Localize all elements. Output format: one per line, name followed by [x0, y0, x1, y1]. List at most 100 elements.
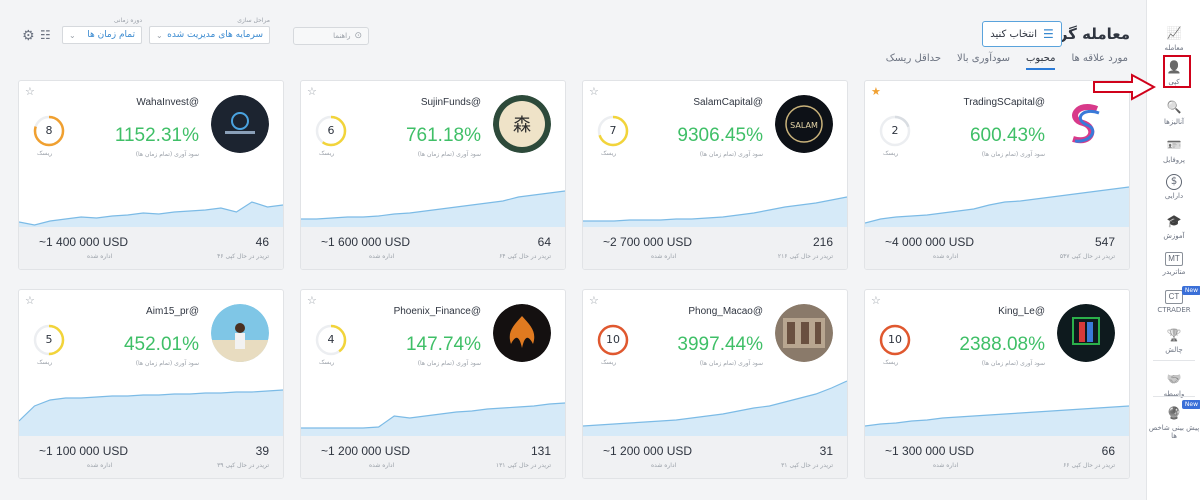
assets-under-management: ~1 600 000 USD — [321, 235, 411, 249]
card-footer: ~1 100 000 USD اداره شده 39 ۳۹ تریدر در حال… — [19, 436, 283, 478]
sidebar-item-7[interactable]: CT CTRADER New — [1147, 286, 1200, 314]
performance-sparkline — [301, 190, 565, 227]
card-footer: ~1 400 000 USD اداره شده 46 ۴۶ تریدر در حال… — [19, 227, 283, 269]
ct-icon: CT — [1165, 290, 1183, 304]
gear-icon[interactable]: ⚙ — [22, 28, 35, 44]
filter-icon: ☰ — [1042, 27, 1054, 41]
trader-avatar — [775, 304, 833, 362]
return-label: سود آوری (تمام زمان ها) — [135, 360, 199, 367]
trader-avatar — [1057, 304, 1115, 362]
trader-return: 2388.08% — [959, 334, 1045, 355]
copier-label: ۶۴ تریدر در حال کپی — [499, 253, 551, 260]
risk-label: ریسک — [319, 150, 335, 157]
trader-return: 452.01% — [123, 334, 199, 355]
search-input[interactable]: راهنما ⊙ — [293, 27, 369, 45]
performance-sparkline — [865, 186, 1129, 227]
performance-sparkline — [583, 196, 847, 227]
risk-score: 7 — [609, 124, 617, 137]
copier-count: 39 — [255, 444, 269, 458]
sidebar-item-10[interactable]: 🔮 پیش بینی شاخص ها New — [1147, 400, 1200, 440]
copier-label: ۵۴۷ تریدر در حال کپی — [1059, 253, 1115, 260]
select-button-label: انتخاب کنید — [990, 28, 1037, 40]
strategy-select[interactable]: ⌄ سرمایه های مدیریت شده — [149, 26, 270, 44]
trader-handle[interactable]: SalamCapital@ — [693, 97, 763, 108]
sidebar-item-5[interactable]: 🎓 آموزش — [1147, 212, 1200, 240]
sidebar-item-3[interactable]: 🪪 پروفایل — [1147, 136, 1200, 164]
analysis-icon: 🔍 — [1166, 100, 1182, 114]
trader-return: 9306.45% — [677, 125, 763, 146]
sidebar-item-6[interactable]: MT متاتریدر — [1147, 252, 1200, 276]
card-footer: ~2 700 000 USD اداره شده 216 ۲۱۶ تریدر در ح… — [583, 227, 847, 269]
return-label: سود آوری (تمام زمان ها) — [417, 360, 481, 367]
trader-handle[interactable]: Phoenix_Finance@ — [394, 306, 481, 317]
period-select[interactable]: ⌄ تمام زمان ها — [62, 26, 142, 44]
favorite-star-icon[interactable]: ☆ — [871, 294, 881, 307]
trader-handle[interactable]: Phong_Macao@ — [688, 306, 763, 317]
trader-handle[interactable]: SujinFunds@ — [421, 97, 481, 108]
strategy-filter: مراحل سازی ⌄ سرمایه های مدیریت شده — [149, 17, 270, 44]
trader-avatar — [493, 304, 551, 362]
sidebar-divider — [1153, 396, 1195, 397]
trader-card[interactable]: ☆ Phoenix_Finance@ 147.74% سود آوری (تمام ز… — [300, 289, 566, 479]
trader-card[interactable]: ☆ Aim15_pr@ 452.01% سود آوری (تمام زمان ها)… — [18, 289, 284, 479]
sparkline-area — [19, 390, 283, 436]
sidebar-item-label: چالش — [1165, 346, 1183, 354]
tab-high-profit[interactable]: سودآوری بالا — [957, 53, 1010, 70]
copier-label: ۲۱۶ تریدر در حال کپی — [777, 253, 833, 260]
aum-label: اداره شده — [651, 253, 677, 260]
favorite-star-icon[interactable]: ★ — [871, 85, 881, 98]
sidebar-item-0[interactable]: 📈 معامله — [1147, 24, 1200, 52]
assets-under-management: ~2 700 000 USD — [603, 235, 693, 249]
tab-popular[interactable]: محبوب — [1026, 53, 1056, 70]
aum-label: اداره شده — [933, 253, 959, 260]
favorite-star-icon[interactable]: ☆ — [25, 294, 35, 307]
favorite-star-icon[interactable]: ☆ — [589, 294, 599, 307]
risk-label: ریسک — [601, 359, 617, 366]
period-value: تمام زمان ها — [87, 30, 135, 40]
assets-under-management: ~1 400 000 USD — [39, 235, 129, 249]
select-button[interactable]: انتخاب کنید ☰ — [982, 21, 1062, 47]
return-label: سود آوری (تمام زمان ها) — [981, 360, 1045, 367]
copier-count: 64 — [537, 235, 551, 249]
trader-card[interactable]: ☆ Phong_Macao@ 3997.44% سود آوری (تمام زمان… — [582, 289, 848, 479]
copier-label: ۴۶ تریدر در حال کپی — [217, 253, 269, 260]
trader-handle[interactable]: WahaInvest@ — [136, 97, 199, 108]
trader-avatar: 森 — [493, 95, 551, 153]
sparkline-area — [865, 187, 1129, 227]
trader-avatar — [1057, 95, 1115, 153]
tab-favorites[interactable]: مورد علاقه ها — [1071, 53, 1128, 70]
trader-return: 1152.31% — [114, 125, 199, 146]
favorite-star-icon[interactable]: ☆ — [307, 294, 317, 307]
favorite-star-icon[interactable]: ☆ — [25, 85, 35, 98]
risk-label: ریسک — [37, 359, 53, 366]
copier-count: 66 — [1101, 444, 1115, 458]
copier-count: 216 — [812, 235, 833, 249]
favorite-star-icon[interactable]: ☆ — [589, 85, 599, 98]
sidebar-item-2[interactable]: 🔍 آنالیزها — [1147, 98, 1200, 126]
aum-label: اداره شده — [87, 253, 113, 260]
trader-handle[interactable]: Aim15_pr@ — [146, 306, 199, 317]
tab-min-risk[interactable]: حداقل ریسک — [886, 53, 941, 70]
trader-card[interactable]: ☆ King_Le@ 2388.08% سود آوری (تمام زمان ها)… — [864, 289, 1130, 479]
handshake-icon: 🤝 — [1166, 372, 1182, 386]
sidebar-item-8[interactable]: 🏆 چالش — [1147, 326, 1200, 354]
trader-handle[interactable]: TradingSCapital@ — [964, 97, 1045, 108]
sidebar-item-label: آموزش — [1163, 232, 1185, 240]
svg-text:森: 森 — [513, 115, 531, 136]
chevron-down-icon: ⌄ — [69, 30, 76, 40]
list-view-icon[interactable]: ☷ — [40, 28, 51, 42]
prediction-icon: 🔮 — [1166, 406, 1182, 420]
copier-label: ۳۹ تریدر در حال کپی — [217, 462, 269, 469]
sidebar-item-9[interactable]: 🤝 واسطه — [1147, 370, 1200, 398]
trader-card[interactable]: ☆ 森 SujinFunds@ 761.18% سود آوری (تمام زمان … — [300, 80, 566, 270]
trader-card[interactable]: ☆ SALAM SalamCapital@ 9306.45% سود آوری (تما… — [582, 80, 848, 270]
trader-card[interactable]: ☆ WahaInvest@ 1152.31% سود آوری (تمام زمان … — [18, 80, 284, 270]
card-footer: ~1 600 000 USD اداره شده 64 ۶۴ تریدر در حال… — [301, 227, 565, 269]
trader-return: 3997.44% — [677, 334, 763, 355]
favorite-star-icon[interactable]: ☆ — [307, 85, 317, 98]
trader-handle[interactable]: King_Le@ — [998, 306, 1045, 317]
sidebar-item-4[interactable]: $ دارایی — [1147, 174, 1200, 200]
challenge-icon: 🏆 — [1166, 328, 1182, 342]
trader-card[interactable]: ★ TradingSCapital@ 600.43% سود آوری (تمام ز… — [864, 80, 1130, 270]
aum-label: اداره شده — [369, 462, 395, 469]
